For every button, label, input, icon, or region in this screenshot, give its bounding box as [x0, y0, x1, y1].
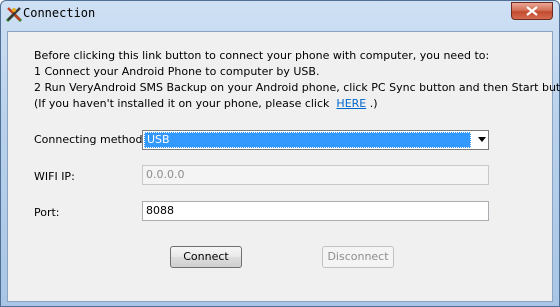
- wifi-ip-label: WIFI IP:: [34, 170, 75, 183]
- app-icon: [5, 7, 23, 23]
- close-button[interactable]: [511, 2, 553, 20]
- title-bar[interactable]: Connection: [1, 1, 559, 27]
- instruction-line-1: Before clicking this link button to conn…: [34, 49, 490, 62]
- port-label: Port:: [34, 206, 60, 219]
- connecting-method-label: Connecting method:: [34, 133, 147, 146]
- instruction-line-4: (If you haven't installed it on your pho…: [34, 96, 560, 112]
- here-link[interactable]: HERE: [336, 97, 366, 110]
- instruction-line-4-prefix: (If you haven't installed it on your pho…: [34, 97, 330, 110]
- connecting-method-value: USB: [144, 132, 471, 148]
- port-field[interactable]: 8088: [142, 201, 489, 221]
- instruction-line-4-suffix: .): [369, 97, 378, 110]
- wifi-ip-field: 0.0.0.0: [142, 165, 489, 185]
- instruction-line-3: 2 Run VeryAndroid SMS Backup on your And…: [34, 81, 560, 94]
- close-icon: [526, 6, 538, 16]
- chevron-down-icon[interactable]: [478, 137, 486, 142]
- connection-window: Connection Before clicking this link but…: [0, 0, 560, 307]
- instruction-line-2: 1 Connect your Android Phone to computer…: [34, 65, 320, 78]
- dialog-body: Before clicking this link button to conn…: [7, 31, 560, 302]
- window-title: Connection: [23, 6, 96, 20]
- connect-button[interactable]: Connect: [170, 246, 242, 268]
- disconnect-button: Disconnect: [322, 246, 394, 268]
- instructions: Before clicking this link button to conn…: [34, 48, 560, 112]
- connecting-method-select[interactable]: USB: [142, 130, 489, 150]
